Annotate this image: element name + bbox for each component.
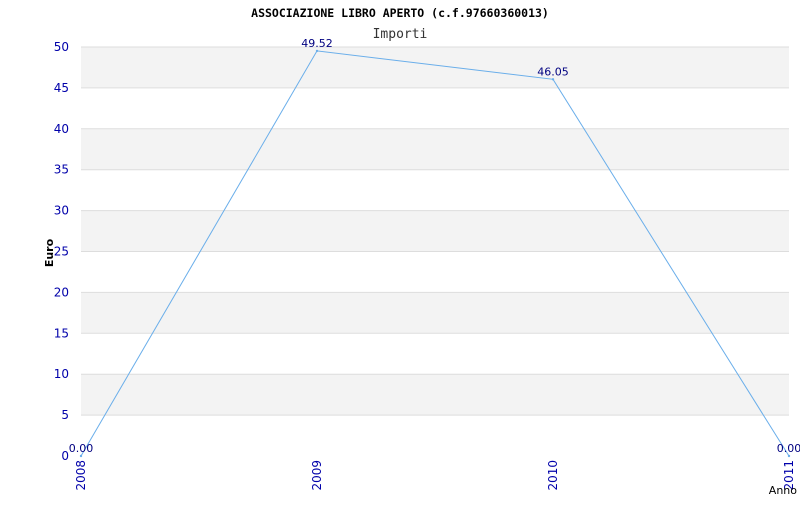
- y-tick-label: 40: [54, 122, 69, 136]
- x-axis-label: Anno: [769, 484, 797, 497]
- y-tick-label: 15: [54, 326, 69, 340]
- data-label: 49.52: [301, 37, 333, 50]
- x-tick-label: 2008: [74, 460, 88, 491]
- y-tick-labels: 05101520253035404550: [54, 40, 69, 463]
- y-tick-label: 10: [54, 367, 69, 381]
- y-tick-label: 5: [61, 408, 69, 422]
- y-tick-label: 45: [54, 81, 69, 95]
- plot-band: [81, 210, 789, 252]
- y-tick-label: 20: [54, 285, 69, 299]
- plot-bands: [81, 47, 789, 416]
- data-point: [787, 454, 791, 458]
- data-label: 0.00: [69, 442, 94, 455]
- y-tick-label: 25: [54, 245, 69, 259]
- x-tick-label: 2010: [546, 460, 560, 491]
- data-point: [79, 454, 83, 458]
- plot-band: [81, 374, 789, 416]
- chart-svg: 05101520253035404550 2008 2009 2010 2011 0.…: [43, 6, 800, 497]
- y-tick-label: 35: [54, 163, 69, 177]
- data-label: 0.00: [777, 442, 800, 455]
- plot-band: [81, 292, 789, 334]
- x-tick-label: 2009: [310, 460, 324, 491]
- y-tick-label: 50: [54, 40, 69, 54]
- y-axis-label: Euro: [43, 238, 56, 267]
- plot-band: [81, 47, 789, 88]
- y-tick-label: 30: [54, 204, 69, 218]
- x-tick-labels: 2008 2009 2010 2011: [74, 460, 796, 491]
- plot-band: [81, 128, 789, 170]
- data-point: [551, 78, 555, 81]
- line-chart: 0 5 10 15 20 25 30 35 40 45 50 2008 2009 2010 2011 0.…: [0, 0, 800, 500]
- chart-title: ASSOCIAZIONE LIBRO APERTO (c.f.976603600…: [251, 6, 549, 20]
- data-point: [315, 49, 319, 53]
- chart-subtitle: Importi: [373, 27, 428, 42]
- data-label: 46.05: [537, 65, 569, 78]
